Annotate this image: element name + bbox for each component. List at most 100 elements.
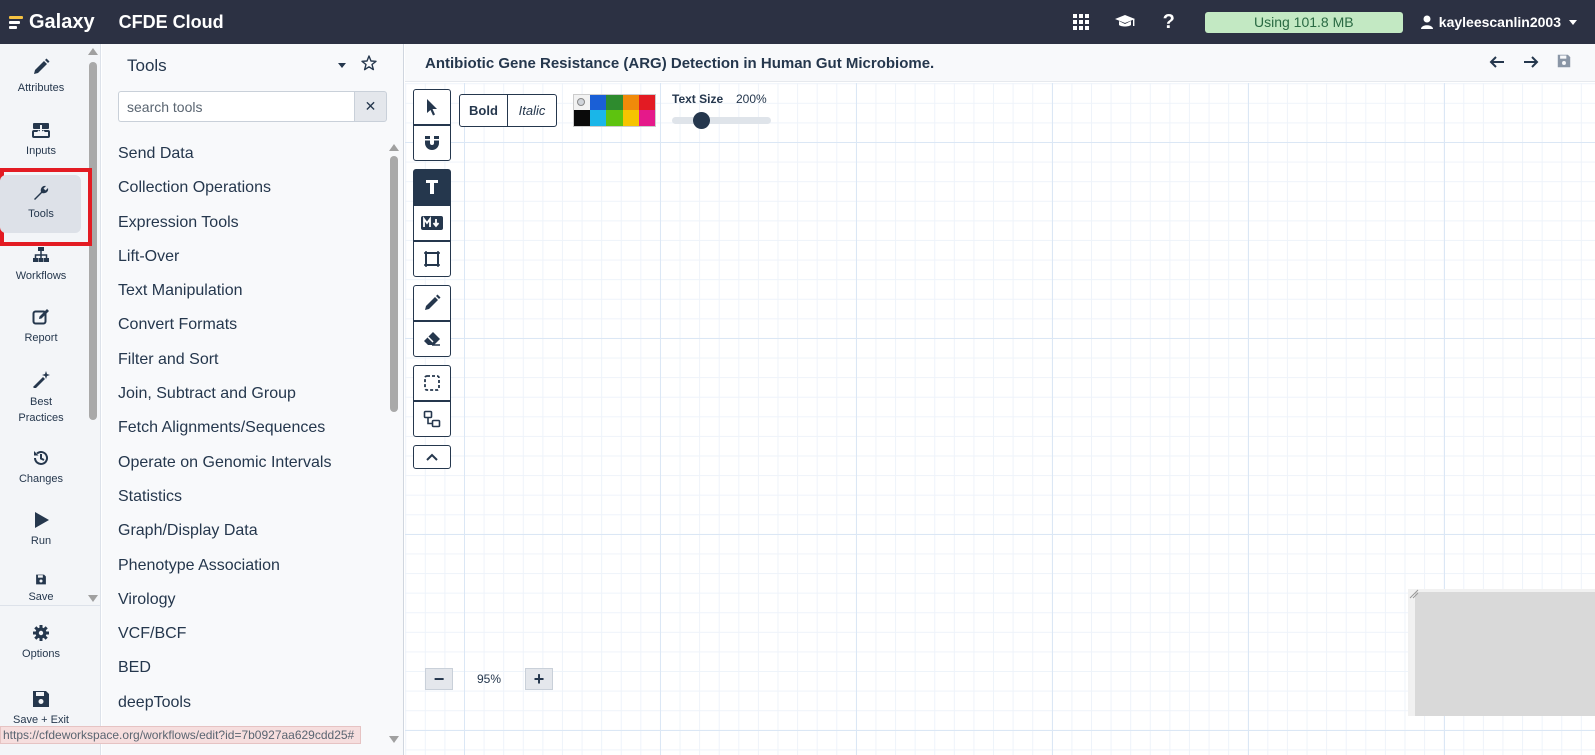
activity-attributes[interactable]: Attributes [0,58,82,94]
text-size-label: Text Size [672,92,724,106]
activity-changes[interactable]: Changes [0,449,82,485]
activity-workflows[interactable]: Workflows [0,246,82,282]
eraser-tool-button[interactable] [413,321,451,357]
scroll-up-arrow[interactable] [88,48,98,55]
color-swatch[interactable] [590,94,607,110]
tool-section[interactable]: deepTools [118,686,331,720]
zoom-in-button[interactable]: + [525,668,553,690]
play-icon [35,512,49,528]
galaxy-logo-mark [9,15,23,29]
activity-scrollbar[interactable] [88,48,98,604]
bold-button[interactable]: Bold [460,94,508,126]
text-size-value: 200% [736,92,767,106]
edit-icon [32,309,49,325]
activity-best-practices[interactable]: Best Practices [0,370,82,426]
tool-section[interactable]: Operate on Genomic Intervals [118,446,331,480]
tool-section[interactable]: Send Data [118,137,331,171]
activity-save-exit[interactable]: Save + Exit [0,690,82,730]
activity-inputs[interactable]: Inputs [0,121,82,157]
tool-section[interactable]: BED [118,651,331,685]
graduation-cap-icon[interactable] [1103,0,1147,44]
scroll-up-arrow[interactable] [389,144,399,151]
zoom-level: 95% [476,672,502,686]
save-icon[interactable] [1557,54,1571,75]
tool-section[interactable]: Statistics [118,480,331,514]
text-format-toolbar: Bold Italic Text Size 200% [459,92,782,129]
redo-icon[interactable] [1523,54,1539,75]
tool-section[interactable]: Collection Operations [118,171,331,205]
tool-section[interactable]: Phenotype Association [118,549,331,583]
box-select-tool-button[interactable] [413,365,451,401]
username: kayleescanlin2003 [1438,14,1561,30]
scrollbar-thumb[interactable] [390,156,398,412]
zoom-out-button[interactable]: − [425,668,453,690]
frame-tool-button[interactable] [413,241,451,277]
star-icon[interactable] [361,55,377,76]
text-size-slider[interactable] [672,117,771,124]
tool-section[interactable]: Convert Formats [118,308,331,342]
color-swatch[interactable] [638,110,655,126]
tool-section[interactable]: Fetch Alignments/Sequences [118,411,331,445]
tool-section[interactable]: Text Manipulation [118,274,331,308]
text-size-control: Text Size 200% [672,92,782,129]
tool-section[interactable]: Expression Tools [118,206,331,240]
color-swatch[interactable] [574,110,591,126]
resize-handle-icon[interactable] [1409,589,1419,599]
tool-section[interactable]: Join, Subtract and Group [118,377,331,411]
text-size-slider-thumb[interactable] [693,112,710,129]
pencil-icon [425,294,441,310]
color-swatch[interactable] [606,94,623,110]
pencil-icon [34,58,50,74]
tool-section[interactable]: Lift-Over [118,240,331,274]
scroll-down-arrow[interactable] [389,736,399,743]
usage-meter[interactable]: Using 101.8 MB [1204,11,1403,33]
text-icon [426,180,438,194]
activity-report[interactable]: Report [0,308,82,344]
status-bar-url: https://cfdeworkspace.org/workflows/edit… [0,726,362,744]
pointer-tool-button[interactable] [413,89,451,125]
tool-search: ✕ [118,91,387,122]
activity-save[interactable]: Save [0,574,82,603]
italic-button[interactable]: Italic [508,95,556,126]
clear-search-button[interactable]: ✕ [354,91,387,122]
search-input[interactable] [118,91,354,122]
freehand-tool-button[interactable] [413,285,451,321]
chevron-down-icon[interactable] [338,63,346,68]
scroll-down-arrow[interactable] [88,595,98,602]
color-swatch[interactable] [638,94,655,110]
color-swatch[interactable] [590,110,607,126]
app-title[interactable]: CFDE Cloud [119,12,224,33]
galaxy-logo[interactable]: Galaxy [0,0,95,44]
save-icon [33,691,49,707]
user-menu[interactable]: kayleescanlin2003 [1420,14,1595,30]
auto-layout-tool-button[interactable] [413,401,451,437]
minimap[interactable] [1408,589,1595,716]
workflow-editor: Antibiotic Gene Resistance (ARG) Detecti… [405,44,1595,755]
workflow-canvas[interactable]: Bold Italic Text Size 200% − 95% + [405,83,1595,755]
collapse-toolbox-button[interactable] [413,445,451,469]
text-tool-button[interactable] [413,169,451,205]
tool-section[interactable]: Virology [118,583,331,617]
tool-panel-scrollbar[interactable] [389,144,399,744]
activity-bar: Attributes Inputs Tools Workflows Report… [0,44,101,755]
tool-section[interactable]: VCF/BCF [118,617,331,651]
color-swatch[interactable] [574,94,591,110]
eraser-icon [424,332,440,346]
activity-tools[interactable]: Tools [0,175,82,233]
color-swatch[interactable] [622,94,639,110]
magnet-tool-button[interactable] [413,125,451,161]
pointer-icon [427,99,437,116]
activity-options[interactable]: Options [0,624,82,660]
color-swatch[interactable] [606,110,623,126]
gear-icon [33,625,49,641]
markdown-tool-button[interactable] [413,205,451,241]
question-icon[interactable]: ? [1147,0,1191,44]
undo-icon[interactable] [1489,54,1505,75]
tool-section[interactable]: Graph/Display Data [118,514,331,548]
history-icon [34,450,48,465]
zoom-control: − 95% + [425,668,553,690]
grid-icon[interactable] [1059,0,1103,44]
activity-run[interactable]: Run [0,511,82,547]
color-swatch[interactable] [622,110,639,126]
tool-section[interactable]: Filter and Sort [118,343,331,377]
